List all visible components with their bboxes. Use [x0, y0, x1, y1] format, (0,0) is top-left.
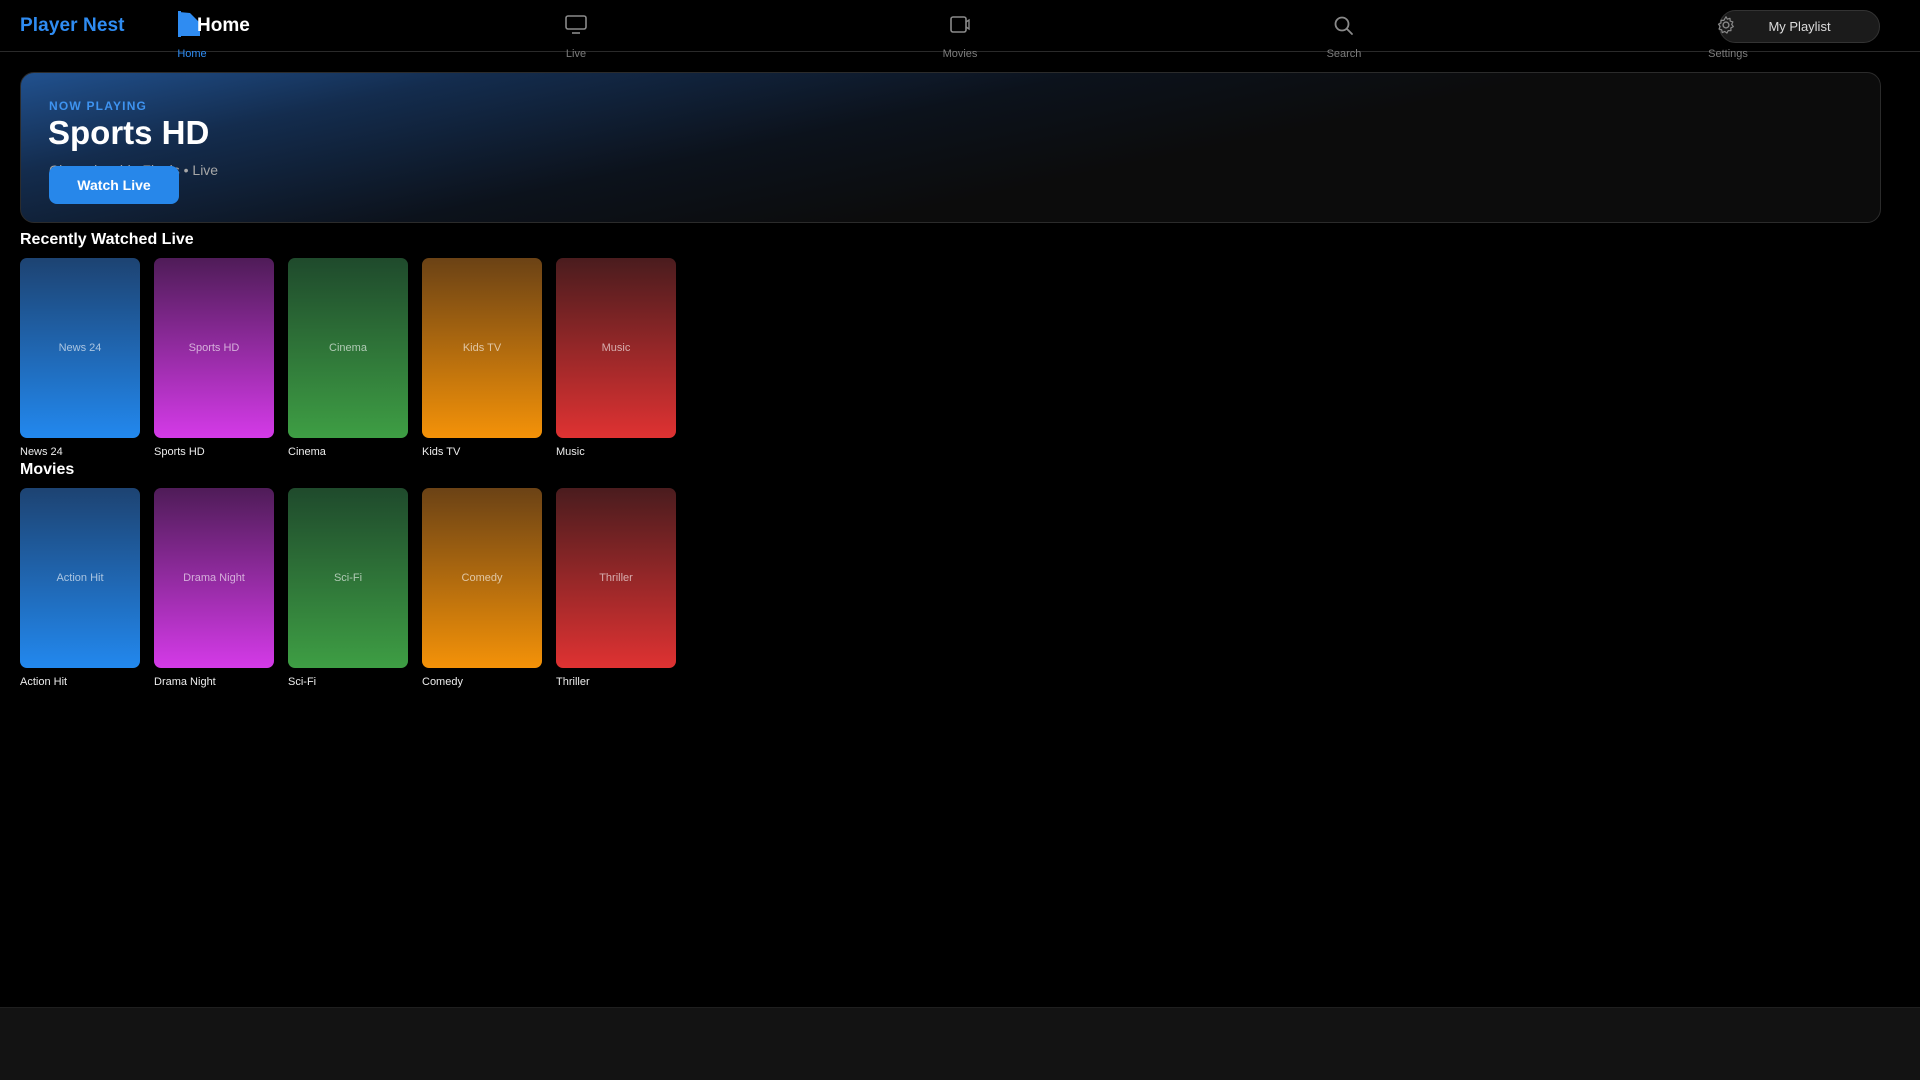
- movie-poster: Comedy: [422, 488, 542, 668]
- channel-tile[interactable]: Music Music: [556, 258, 676, 458]
- channel-caption: Sports HD: [154, 446, 205, 458]
- channel-tile[interactable]: News 24 News 24: [20, 258, 140, 458]
- channel-caption: Kids TV: [422, 446, 461, 458]
- home-heading: Home: [178, 10, 250, 40]
- movie-tile[interactable]: Drama Night Drama Night: [154, 488, 274, 688]
- movie-poster: Drama Night: [154, 488, 274, 668]
- nav-label-home: Home: [177, 48, 207, 60]
- channel-poster: News 24: [20, 258, 140, 438]
- section-title-recently-watched: Recently Watched Live: [20, 231, 194, 248]
- channel-poster: Sports HD: [154, 258, 274, 438]
- movie-tile[interactable]: Sci-Fi Sci-Fi: [288, 488, 408, 688]
- bottom-bar: [0, 1007, 1920, 1080]
- brand-logo[interactable]: Player Nest: [20, 15, 125, 37]
- nav-item-search[interactable]: Search: [1264, 0, 1424, 62]
- channel-tile[interactable]: Cinema Cinema: [288, 258, 408, 458]
- search-icon: [1332, 14, 1356, 36]
- nav-label-search: Search: [1326, 48, 1362, 60]
- nav-label-settings: Settings: [1708, 48, 1748, 60]
- recently-watched-row: News 24 News 24 Sports HD Sports HD Cine…: [20, 258, 920, 458]
- nav-label-movies: Movies: [942, 48, 978, 60]
- movie-poster: Thriller: [556, 488, 676, 668]
- my-playlist-button[interactable]: My Playlist: [1719, 10, 1880, 43]
- movie-tile[interactable]: Action Hit Action Hit: [20, 488, 140, 688]
- now-playing-label: NOW PLAYING: [49, 99, 148, 113]
- movie-tile[interactable]: Thriller Thriller: [556, 488, 676, 688]
- movie-poster: Sci-Fi: [288, 488, 408, 668]
- channel-poster: Cinema: [288, 258, 408, 438]
- channel-poster: Music: [556, 258, 676, 438]
- movie-caption: Action Hit: [20, 676, 68, 688]
- movie-poster: Action Hit: [20, 488, 140, 668]
- movie-caption: Sci-Fi: [288, 676, 317, 688]
- channel-tile[interactable]: Kids TV Kids TV: [422, 258, 542, 458]
- channel-caption: News 24: [20, 446, 63, 458]
- tv-icon: [564, 14, 588, 36]
- channel-caption: Cinema: [288, 446, 326, 458]
- home-heading-text: Home: [197, 15, 250, 36]
- nav-label-live: Live: [565, 48, 587, 60]
- top-navigation-bar: Player Nest Home Home Live Movies Search…: [0, 0, 1920, 60]
- movie-caption: Thriller: [556, 676, 590, 688]
- section-title-movies: Movies: [20, 461, 75, 478]
- nav-item-movies[interactable]: Movies: [880, 0, 1040, 62]
- video-icon: [948, 14, 972, 36]
- movie-caption: Drama Night: [154, 676, 216, 688]
- nav-item-live[interactable]: Live: [496, 0, 656, 62]
- watch-live-button[interactable]: Watch Live: [49, 166, 179, 204]
- movie-tile[interactable]: Comedy Comedy: [422, 488, 542, 688]
- channel-poster: Kids TV: [422, 258, 542, 438]
- channel-caption: Music: [556, 446, 585, 458]
- hero-title: Sports HD: [48, 114, 210, 151]
- channel-tile[interactable]: Sports HD Sports HD: [154, 258, 274, 458]
- movies-row: Action Hit Action Hit Drama Night Drama …: [20, 488, 920, 688]
- movie-caption: Comedy: [422, 676, 463, 688]
- gear-icon: [1715, 14, 1737, 36]
- now-playing-hero: NOW PLAYING Sports HD Championship Final…: [20, 72, 1881, 223]
